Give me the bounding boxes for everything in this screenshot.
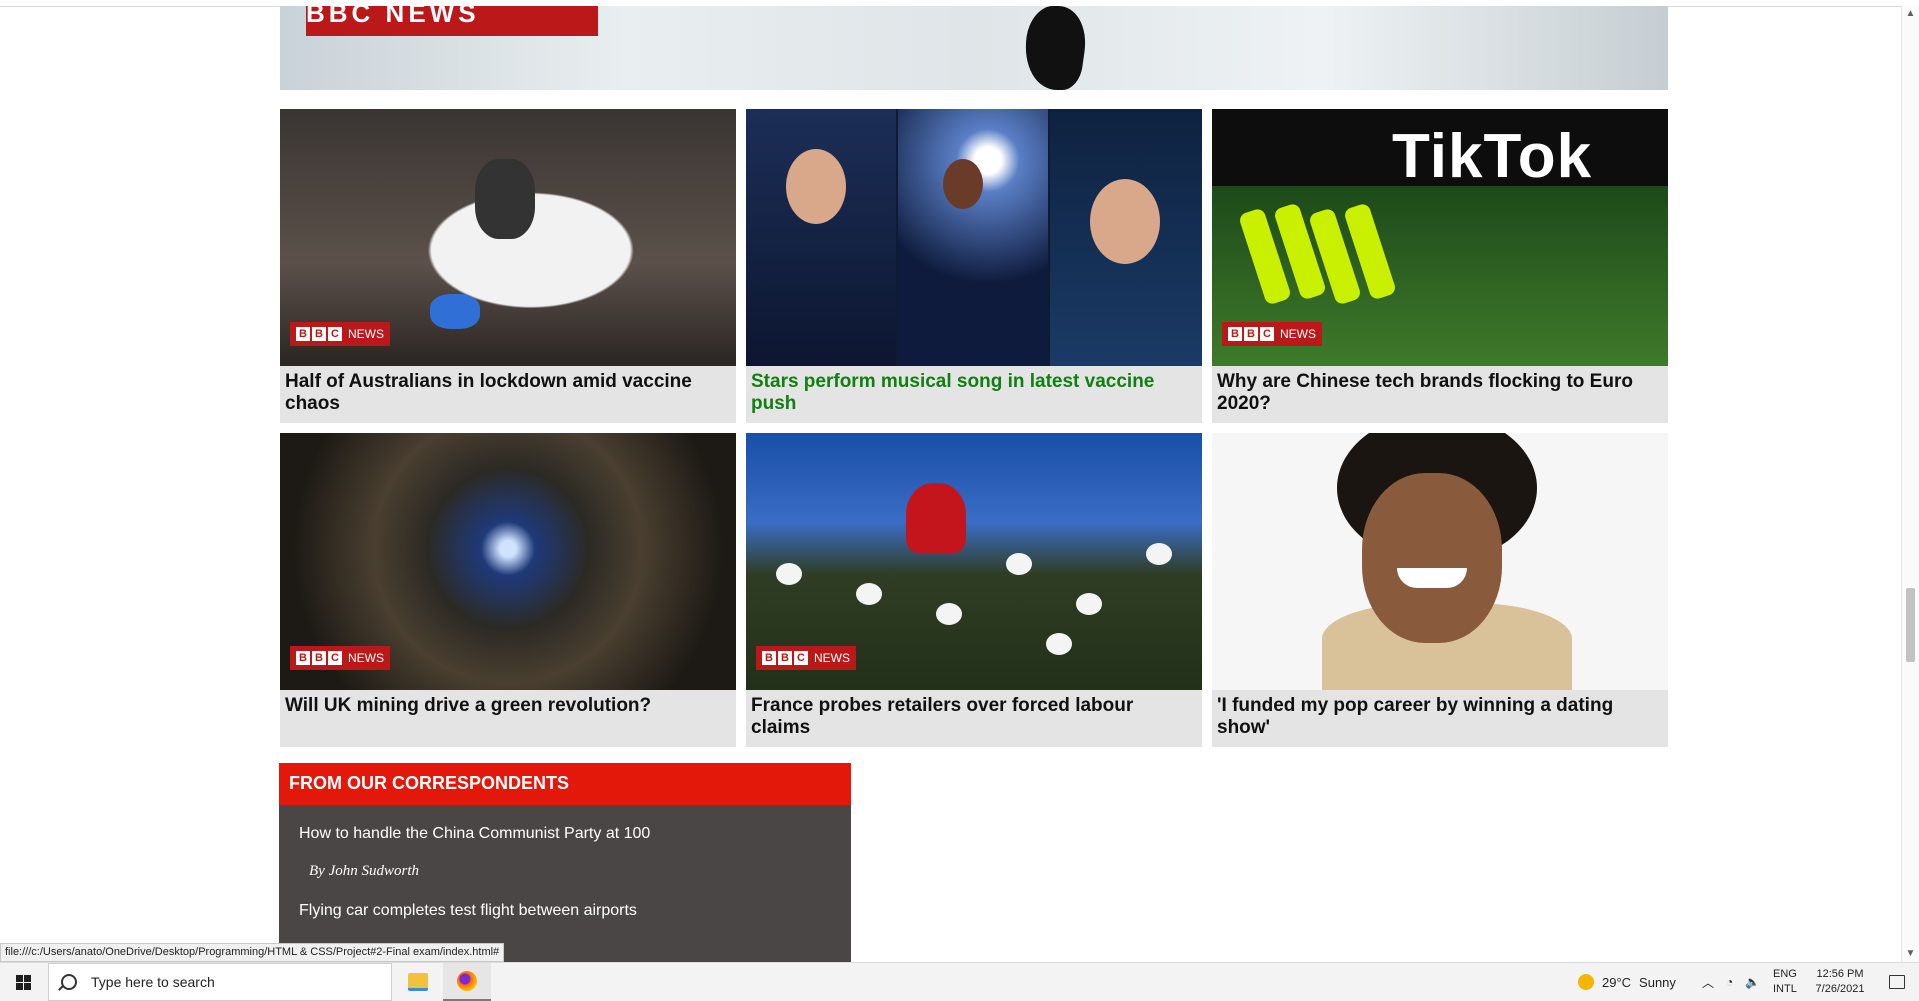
clock-time: 12:56 PM bbox=[1816, 968, 1864, 980]
system-tray[interactable]: ︿ ◔ 🔈 bbox=[1702, 963, 1760, 1001]
news-card[interactable]: BBC NEWS France probes retailers over fo… bbox=[746, 433, 1202, 747]
correspondents-panel: FROM OUR CORRESPONDENTS How to handle th… bbox=[279, 763, 851, 968]
glove-shape bbox=[430, 294, 480, 329]
firefox-icon bbox=[457, 971, 477, 991]
card-headline[interactable]: Will UK mining drive a green revolution? bbox=[285, 695, 731, 717]
correspondent-author: By John Sudworth bbox=[309, 863, 419, 879]
correspondent-link[interactable]: Flying car completes test flight between… bbox=[299, 902, 637, 920]
hero-image[interactable]: BBC NEWS bbox=[280, 6, 1668, 90]
card-headline[interactable]: 'I funded my pop career by winning a dat… bbox=[1217, 695, 1663, 739]
notification-button[interactable] bbox=[1878, 963, 1916, 1001]
card-headline[interactable]: Why are Chinese tech brands flocking to … bbox=[1217, 371, 1663, 415]
search-icon bbox=[61, 974, 77, 990]
clock-date: 7/26/2021 bbox=[1815, 983, 1865, 995]
card-headline[interactable]: France probes retailers over forced labo… bbox=[751, 695, 1197, 739]
news-card[interactable]: 'I funded my pop career by winning a dat… bbox=[1212, 433, 1668, 747]
taskbar-search-box[interactable]: Type here to search bbox=[48, 963, 392, 1001]
scroll-down-arrow-icon[interactable]: ▼ bbox=[1902, 946, 1919, 962]
card-image-stars-collage[interactable] bbox=[746, 109, 1202, 366]
face-shape bbox=[1362, 473, 1502, 643]
card-image-mine-tunnel[interactable]: BBC NEWS bbox=[280, 433, 736, 690]
status-bar-url: file:///c:/Users/anato/OneDrive/Desktop/… bbox=[0, 943, 505, 962]
cotton-picker-shape bbox=[906, 483, 966, 553]
news-card[interactable]: Stars perform musical song in latest vac… bbox=[746, 109, 1202, 423]
card-headline[interactable]: Stars perform musical song in latest vac… bbox=[751, 371, 1197, 415]
tiktok-logo-text: TikTok bbox=[1392, 122, 1593, 191]
windows-taskbar: Type here to search 29°C Sunny ︿ ◔ 🔈 ENG… bbox=[0, 962, 1919, 1001]
collage-panel bbox=[898, 109, 1048, 366]
bbc-news-badge: BBC NEWS bbox=[290, 646, 390, 670]
notification-icon bbox=[1889, 975, 1905, 989]
chevron-up-icon[interactable]: ︿ bbox=[1702, 974, 1714, 991]
card-headline[interactable]: Half of Australians in lockdown amid vac… bbox=[285, 371, 731, 415]
card-image-laughing-man[interactable] bbox=[1212, 433, 1668, 690]
file-explorer-button[interactable] bbox=[394, 963, 442, 1001]
card-image-cotton-field[interactable]: BBC NEWS bbox=[746, 433, 1202, 690]
news-card[interactable]: TikTok BBC NEWS Why are Chinese tech bra… bbox=[1212, 109, 1668, 423]
collage-panel bbox=[1050, 109, 1202, 366]
card-image-hazmat-worker[interactable]: BBC NEWS bbox=[280, 109, 736, 366]
input-language[interactable]: ENG INTL bbox=[1773, 967, 1797, 997]
hero-image-dark-shape bbox=[1019, 6, 1091, 90]
weather-temp: 29°C bbox=[1602, 974, 1632, 990]
start-button[interactable] bbox=[0, 963, 46, 1001]
bbc-news-badge: BBC NEWS bbox=[1222, 322, 1322, 346]
scrollbar-thumb[interactable] bbox=[1906, 588, 1915, 662]
smile-shape bbox=[1397, 568, 1467, 588]
bbc-news-badge: BBC NEWS bbox=[756, 646, 856, 670]
correspondents-title: FROM OUR CORRESPONDENTS bbox=[289, 773, 570, 793]
bbc-news-logo-badge: BBC NEWS bbox=[306, 6, 598, 36]
news-card[interactable]: BBC NEWS Half of Australians in lockdown… bbox=[280, 109, 736, 423]
page-scrollbar[interactable]: ▲ ▼ bbox=[1901, 6, 1919, 962]
folder-icon bbox=[408, 973, 428, 991]
search-placeholder: Type here to search bbox=[91, 974, 215, 990]
weather-condition: Sunny bbox=[1639, 974, 1676, 990]
gas-mask-shape bbox=[475, 159, 535, 239]
card-image-tiktok-football[interactable]: TikTok BBC NEWS bbox=[1212, 109, 1668, 366]
firefox-button[interactable] bbox=[443, 963, 491, 1001]
bbc-news-badge: BBC NEWS bbox=[290, 322, 390, 346]
scroll-up-arrow-icon[interactable]: ▲ bbox=[1902, 6, 1919, 22]
correspondent-link[interactable]: How to handle the China Communist Party … bbox=[299, 825, 650, 843]
collage-panel bbox=[746, 109, 896, 366]
weather-widget[interactable]: 29°C Sunny bbox=[1578, 963, 1676, 1001]
windows-logo-icon bbox=[15, 974, 31, 990]
correspondents-header: FROM OUR CORRESPONDENTS bbox=[279, 763, 851, 805]
clock[interactable]: 12:56 PM 7/26/2021 bbox=[1808, 967, 1872, 997]
news-card[interactable]: BBC NEWS Will UK mining drive a green re… bbox=[280, 433, 736, 747]
network-icon[interactable]: ◔ bbox=[1726, 975, 1733, 989]
sun-icon bbox=[1578, 974, 1594, 990]
volume-icon[interactable]: 🔈 bbox=[1745, 975, 1760, 989]
